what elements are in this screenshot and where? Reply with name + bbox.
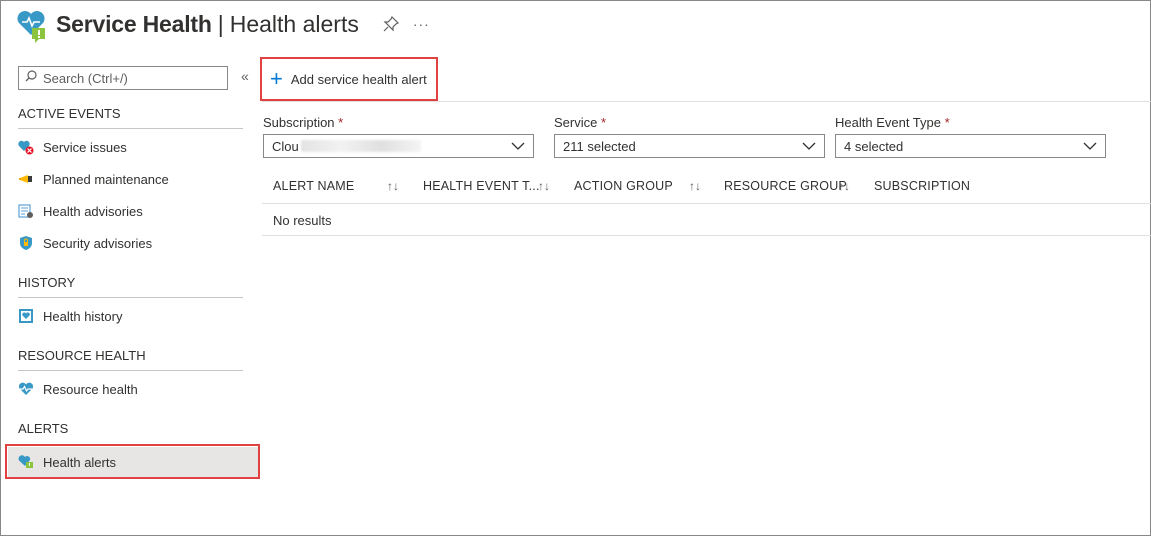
sort-icon[interactable]: ↑↓ [538, 179, 550, 193]
highlight-box-add-alert [260, 57, 438, 101]
sidebar-item-label: Resource health [43, 381, 138, 397]
column-header-alert-name[interactable]: ALERT NAME [273, 179, 354, 193]
sidebar-item-label: Planned maintenance [43, 171, 169, 187]
service-health-logo-icon [14, 5, 48, 43]
health-event-type-value: 4 selected [844, 138, 904, 154]
page-title: Service Health [56, 10, 212, 37]
planned-maintenance-icon [18, 171, 34, 187]
shield-icon [18, 235, 34, 251]
search-icon [25, 69, 37, 87]
sidebar-item-label: Service issues [43, 139, 127, 155]
column-header-resource-group[interactable]: RESOURCE GROUP [724, 179, 847, 193]
sidebar-item-security-advisories[interactable]: Security advisories [18, 229, 243, 257]
section-divider [18, 297, 243, 298]
section-title-history: HISTORY [18, 275, 76, 290]
more-options-button[interactable]: ··· [413, 16, 430, 32]
subscription-value: Clou [272, 138, 299, 154]
page-subtitle: Health alerts [229, 10, 359, 37]
sidebar-item-service-issues[interactable]: Service issues [18, 133, 243, 161]
service-label: Service * [554, 115, 607, 130]
chevron-down-icon [511, 140, 525, 155]
page-header: Service Health | Health alerts ··· [14, 4, 430, 44]
column-header-health-event-type[interactable]: HEALTH EVENT T... [423, 179, 540, 193]
service-dropdown[interactable]: 211 selected [554, 134, 825, 158]
search-placeholder: Search (Ctrl+/) [43, 70, 128, 86]
service-value: 211 selected [563, 138, 636, 154]
chevron-down-icon [802, 140, 816, 155]
subscription-dropdown[interactable]: Clou [263, 134, 534, 158]
section-title-resource-health: RESOURCE HEALTH [18, 348, 146, 363]
column-header-action-group[interactable]: ACTION GROUP [574, 179, 673, 193]
sidebar-item-label: Health history [43, 308, 123, 324]
section-title-active-events: ACTIVE EVENTS [18, 106, 121, 121]
highlight-box-health-alerts [5, 444, 260, 479]
sidebar-item-label: Health advisories [43, 203, 143, 219]
health-event-type-dropdown[interactable]: 4 selected [835, 134, 1106, 158]
redacted-text [300, 140, 421, 152]
resource-health-icon [18, 381, 34, 397]
section-divider [18, 128, 243, 129]
health-event-type-label: Health Event Type * [835, 115, 950, 130]
column-header-subscription[interactable]: SUBSCRIPTION [874, 179, 970, 193]
section-divider [18, 370, 243, 371]
health-advisories-icon [18, 203, 34, 219]
toolbar-divider [262, 101, 1151, 102]
pin-icon[interactable] [383, 15, 399, 32]
sidebar-item-health-advisories[interactable]: Health advisories [18, 197, 243, 225]
sort-icon[interactable]: ↑↓ [838, 179, 850, 193]
sidebar-item-health-history[interactable]: Health history [18, 302, 243, 330]
title-separator: | [217, 10, 224, 37]
subscription-label: Subscription * [263, 115, 344, 130]
empty-table-message: No results [273, 213, 332, 228]
table-row-divider [262, 235, 1151, 236]
sidebar-item-label: Security advisories [43, 235, 153, 251]
sidebar-search-input[interactable]: Search (Ctrl+/) [18, 66, 228, 90]
table-header-divider [262, 203, 1151, 204]
service-issues-icon [18, 139, 34, 155]
sidebar-item-resource-health[interactable]: Resource health [18, 375, 243, 403]
collapse-sidebar-button[interactable]: « [241, 68, 249, 84]
sort-icon[interactable]: ↑↓ [689, 179, 701, 193]
health-history-icon [18, 308, 34, 324]
section-title-alerts: ALERTS [18, 421, 69, 436]
sort-icon[interactable]: ↑↓ [387, 179, 399, 193]
chevron-down-icon [1083, 140, 1097, 155]
sidebar-item-planned-maintenance[interactable]: Planned maintenance [18, 165, 243, 193]
